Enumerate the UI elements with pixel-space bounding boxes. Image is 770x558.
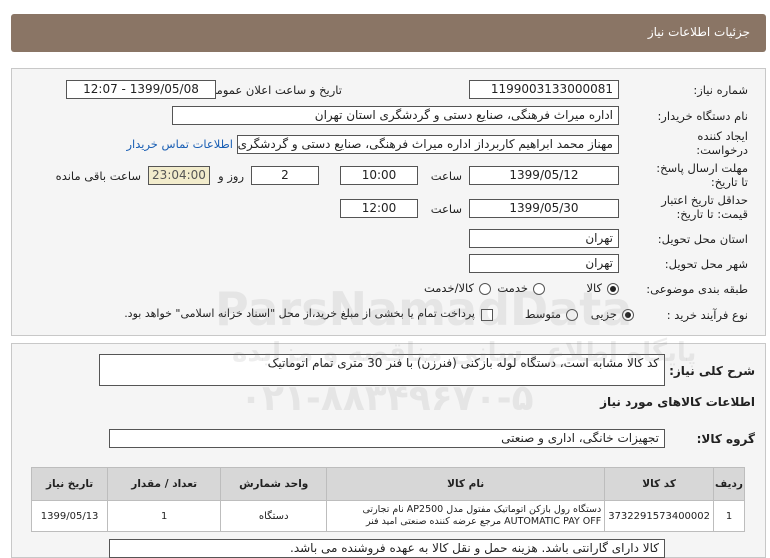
deadline-date-field: 1399/05/12: [469, 166, 619, 185]
deadline-label-2: تا تاریخ:: [710, 175, 748, 189]
days-field: 2: [251, 166, 319, 185]
need-number-label: شماره نیاز:: [693, 83, 748, 97]
category-radio-both[interactable]: [479, 283, 491, 295]
validity-date-field: 1399/05/30: [469, 199, 619, 218]
remaining-label: ساعت باقی مانده: [55, 169, 141, 183]
page-header: جزئیات اطلاعات نیاز: [11, 14, 766, 52]
city-field: تهران: [469, 254, 619, 273]
goods-group-label: گروه کالا:: [696, 432, 755, 446]
cell-name: دستگاه رول بازکن اتوماتیک مفتول مدل AP25…: [326, 500, 606, 532]
days-label: روز و: [218, 169, 244, 183]
category-option-service: خدمت: [497, 281, 528, 295]
buyer-org-field: اداره میراث فرهنگی، صنایع دستی و گردشگری…: [172, 106, 619, 125]
need-info-panel: شماره نیاز: 1199003133000081 تاریخ و ساع…: [11, 68, 766, 336]
validity-time-field: 12:00: [340, 199, 418, 218]
province-field: تهران: [469, 229, 619, 248]
creator-label-1: ایجاد کننده: [697, 129, 748, 143]
category-radio-service[interactable]: [533, 283, 545, 295]
general-desc-field: کد کالا مشابه است، دستگاه لوله بازکنی (ف…: [99, 354, 665, 386]
need-details-panel: شرح کلی نیاز: کد کالا مشابه است، دستگاه …: [11, 343, 766, 558]
cell-row: 1: [713, 500, 745, 532]
col-row: ردیف: [713, 467, 745, 501]
goods-table-header: ردیف کد کالا نام کالا واحد شمارش تعداد /…: [30, 467, 745, 501]
deadline-label-1: مهلت ارسال پاسخ:: [656, 161, 748, 175]
process-radio-medium[interactable]: [566, 309, 578, 321]
col-qty: تعداد / مقدار: [107, 467, 222, 501]
category-radio-goods[interactable]: [607, 283, 619, 295]
cell-date: 1399/05/13: [30, 500, 109, 532]
process-option-medium: متوسط: [524, 307, 561, 321]
category-option-both: کالا/خدمت: [423, 281, 474, 295]
col-name: نام کالا: [326, 467, 606, 501]
deadline-time-field: 10:00: [340, 166, 418, 185]
category-option-goods: کالا: [586, 281, 602, 295]
process-radio-minor[interactable]: [622, 309, 634, 321]
cell-code: 3732291573400002: [604, 500, 714, 532]
creator-label-2: درخواست:: [696, 143, 748, 157]
cell-unit: دستگاه: [220, 500, 328, 532]
remaining-time-field: 23:04:00: [148, 166, 210, 185]
process-option-minor: جزیی: [590, 307, 617, 321]
goods-table: ردیف کد کالا نام کالا واحد شمارش تعداد /…: [30, 467, 745, 532]
validity-label-1: حداقل تاریخ اعتبار: [661, 193, 748, 207]
validity-label-2: قیمت: تا تاریخ:: [676, 207, 748, 221]
validity-time-label: ساعت: [430, 202, 462, 216]
announce-field: 1399/05/08 - 12:07: [66, 80, 216, 99]
buyer-contact-link[interactable]: اطلاعات تماس خریدار: [126, 137, 233, 151]
need-number-field: 1199003133000081: [469, 80, 619, 99]
category-label: طبقه بندی موضوعی:: [646, 282, 748, 296]
process-label: نوع فرآیند خرید :: [666, 308, 748, 322]
col-date: تاریخ نیاز: [30, 467, 109, 501]
deadline-time-label: ساعت: [430, 169, 462, 183]
announce-label: تاریخ و ساعت اعلان عمومی:: [203, 83, 342, 97]
province-label: استان محل تحویل:: [657, 232, 748, 246]
col-code: کد کالا: [604, 467, 714, 501]
goods-info-title: اطلاعات کالاهای مورد نیاز: [600, 395, 755, 409]
cell-qty: 1: [107, 500, 222, 532]
general-desc-label: شرح کلی نیاز:: [669, 364, 755, 378]
col-unit: واحد شمارش: [220, 467, 328, 501]
buyer-org-label: نام دستگاه خریدار:: [657, 109, 748, 123]
table-row: 1 3732291573400002 دستگاه رول بازکن اتوم…: [30, 500, 745, 532]
goods-group-field: تجهیزات خانگی، اداری و صنعتی: [109, 429, 665, 448]
payment-note: پرداخت تمام یا بخشی از مبلغ خرید،از محل …: [124, 307, 475, 320]
footer-note-field: کالا دارای گارانتی باشد. هزینه حمل و نقل…: [109, 539, 665, 558]
city-label: شهر محل تحویل:: [664, 257, 748, 271]
page-title: جزئیات اطلاعات نیاز: [647, 25, 750, 39]
treasury-payment-checkbox[interactable]: [481, 309, 493, 321]
creator-field: مهناز محمد ابراهیم کاربرداز اداره میراث …: [237, 135, 619, 154]
